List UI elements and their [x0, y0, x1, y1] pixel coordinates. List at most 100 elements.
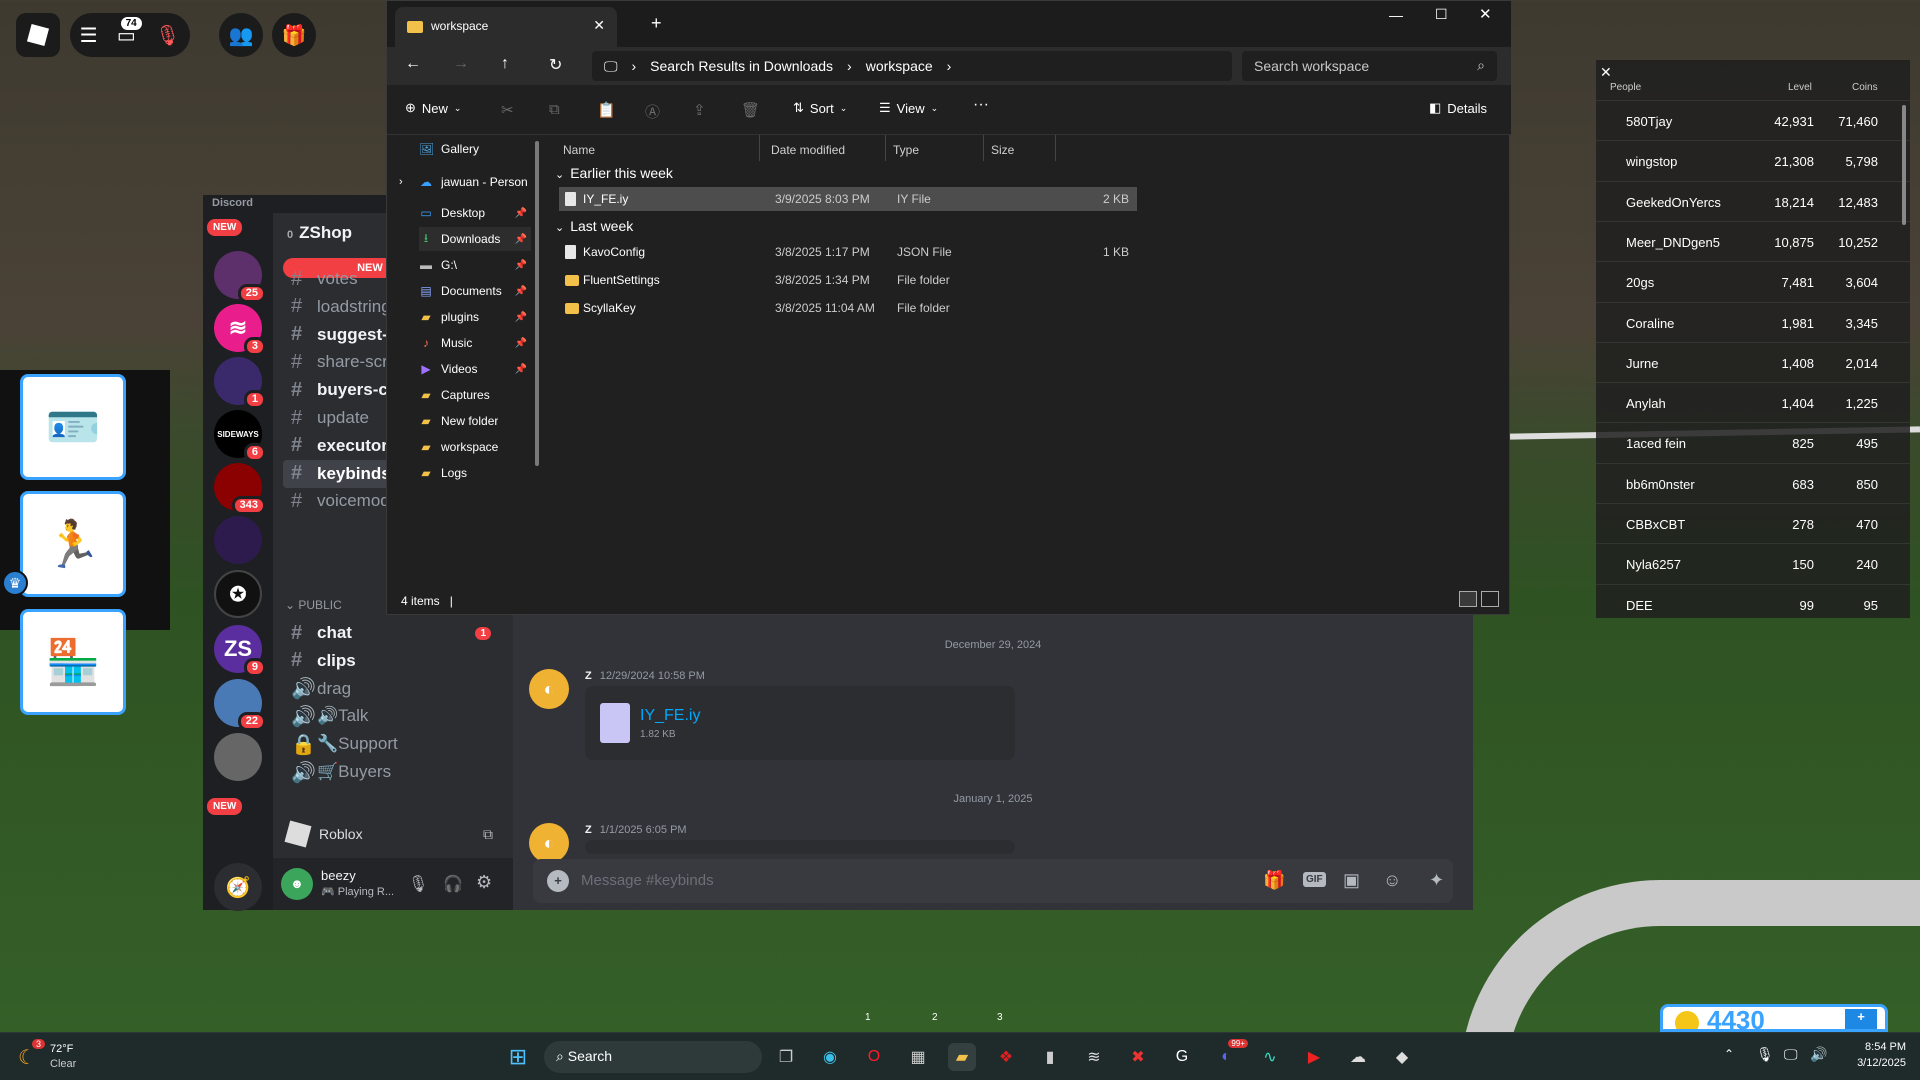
app-icon-9[interactable]: ✖ — [1124, 1043, 1152, 1071]
nav-item-videos[interactable]: ▶ Videos 📌 — [419, 357, 531, 381]
leaderboard-row[interactable]: Jurne 1,408 2,014 — [1596, 341, 1910, 381]
more-options-icon[interactable]: ··· — [973, 96, 989, 114]
minimize-icon[interactable]: — — [1389, 7, 1403, 23]
logitech-icon[interactable]: G — [1168, 1043, 1196, 1071]
file-row[interactable]: KavoConfig 3/8/2025 1:17 PM JSON File 1 KB — [559, 240, 1137, 264]
clock-date[interactable]: 3/12/2025 — [1846, 1057, 1906, 1069]
app-icon-14[interactable]: ☁ — [1344, 1043, 1372, 1071]
message-avatar[interactable]: ◐ — [529, 669, 569, 709]
details-view-icon[interactable] — [1459, 591, 1477, 607]
weather-widget[interactable]: ☾ 3 72°F Clear — [18, 1039, 158, 1073]
app-icon-7[interactable]: ▮ — [1036, 1043, 1064, 1071]
copy-icon[interactable]: ⧉ — [549, 101, 560, 118]
group-header[interactable]: ⌄ Last week — [555, 218, 633, 234]
chevron-right-icon[interactable]: › — [399, 176, 403, 188]
volume-icon[interactable]: 🔊 — [1810, 1046, 1827, 1063]
message-avatar[interactable]: ◐ — [529, 823, 569, 863]
roblox-menu-button[interactable] — [16, 13, 60, 57]
roblox-taskbar-icon[interactable]: ◆ — [1388, 1043, 1416, 1071]
microphone-icon[interactable]: 🎙 — [1756, 1046, 1774, 1063]
activity-icon[interactable]: ⧉ — [483, 826, 493, 843]
leaderboard-row[interactable]: Coraline 1,981 3,345 — [1596, 301, 1910, 341]
leaderboard-row[interactable]: Anylah 1,404 1,225 — [1596, 382, 1910, 421]
category-public[interactable]: ⌄ PUBLIC — [285, 598, 342, 612]
hamburger-icon[interactable]: ☰ — [80, 23, 98, 48]
column-header-type[interactable]: Type — [893, 143, 919, 157]
channel-public-4[interactable]: 🔒 🔧Support — [283, 730, 501, 758]
back-icon[interactable]: ← — [405, 55, 421, 73]
cut-icon[interactable]: ✂ — [501, 101, 514, 119]
microphone-icon[interactable]: 🎙 — [408, 874, 428, 894]
message-author[interactable]: Z — [585, 670, 592, 682]
group-header[interactable]: ⌄ Earlier this week — [555, 165, 673, 181]
server-icon-6[interactable] — [214, 516, 262, 564]
hotbar-slot[interactable]: 2 — [932, 1012, 938, 1023]
sort-button[interactable]: ⇅ Sort ⌄ — [793, 100, 847, 116]
apps-icon[interactable]: ✦ — [1429, 870, 1444, 891]
leaderboard-row[interactable]: CBBxCBT 278 470 — [1596, 503, 1910, 542]
emote-card-button[interactable]: 🏃 — [20, 491, 126, 597]
address-bar[interactable]: 🖵 › Search Results in Downloads › workspac… — [592, 51, 1232, 81]
nav-item-new-folder[interactable]: ▰ New folder — [419, 409, 531, 433]
media-player-icon[interactable]: ▶ — [1300, 1043, 1328, 1071]
refresh-icon[interactable]: ↻ — [549, 55, 562, 75]
message-author[interactable]: Z — [585, 824, 592, 836]
column-header-name[interactable]: Name — [563, 143, 595, 157]
clock-time[interactable]: 8:54 PM — [1846, 1041, 1906, 1053]
gear-icon[interactable]: ⚙ — [476, 872, 492, 893]
file-attachment[interactable]: IY_FE.iy 1.82 KB — [585, 686, 1015, 760]
audio-app-icon[interactable]: ∿ — [1256, 1043, 1284, 1071]
breadcrumb-item[interactable]: Search Results in Downloads — [650, 58, 833, 74]
server-icon-sideways[interactable]: SIDEWAYS 6 — [214, 410, 266, 462]
server-icon-5[interactable]: 343 — [214, 463, 266, 515]
server-icon-zs[interactable]: ZS 9 — [214, 625, 266, 677]
steelseries-icon[interactable]: ≋ — [1080, 1043, 1108, 1071]
nav-item-jawuan-person[interactable]: › ☁ jawuan - Person — [399, 170, 531, 194]
tab-workspace[interactable]: workspace ✕ — [395, 7, 617, 47]
microphone-icon[interactable]: 🎙 — [155, 23, 180, 48]
file-explorer-icon[interactable]: ▰ — [948, 1043, 976, 1071]
leaderboard-row[interactable]: wingstop 21,308 5,798 — [1596, 140, 1910, 179]
nav-item-gallery[interactable]: 🖼 Gallery — [419, 137, 531, 161]
forward-icon[interactable]: → — [453, 55, 469, 73]
discord-icon[interactable]: ◐ 99+ — [1212, 1039, 1248, 1071]
delete-icon[interactable]: 🗑 — [741, 101, 760, 119]
add-attachment-icon[interactable]: + — [547, 870, 569, 892]
close-icon[interactable]: ✕ — [1600, 64, 1612, 81]
server-icon-3[interactable]: 1 — [214, 357, 266, 409]
leaderboard-row[interactable]: 20gs 7,481 3,604 — [1596, 261, 1910, 300]
nav-scrollbar[interactable] — [535, 141, 539, 466]
leaderboard-row[interactable]: bb6m0nster 683 850 — [1596, 462, 1910, 502]
file-attachment[interactable] — [585, 840, 1015, 854]
rename-icon[interactable]: Ⓐ — [645, 101, 660, 122]
message-input[interactable]: Message #keybinds — [581, 872, 714, 889]
chevron-up-icon[interactable]: ⌃ — [1724, 1047, 1734, 1061]
emoji-icon[interactable]: ☺ — [1383, 870, 1401, 891]
nav-item-g-[interactable]: ▬ G:\ 📌 — [419, 253, 531, 277]
profile-card-button[interactable]: 🪪 — [20, 374, 126, 480]
channel-public-2[interactable]: 🔊 drag — [283, 675, 501, 703]
activity-panel[interactable]: Roblox ⧉ — [281, 814, 505, 854]
friends-button[interactable]: 👥 — [219, 13, 263, 57]
add-coins-button[interactable]: + — [1845, 1009, 1877, 1029]
gift-icon[interactable]: 🎁 — [1263, 870, 1285, 891]
hotbar-slot[interactable]: 1 — [865, 1012, 871, 1023]
new-button[interactable]: ⊕ New ⌄ — [405, 100, 461, 116]
column-header-date[interactable]: Date modified — [771, 143, 845, 157]
avatar[interactable]: ☻ — [281, 868, 313, 900]
close-icon[interactable]: ✕ — [593, 17, 605, 34]
search-input[interactable]: Search workspace ⌕ — [1242, 51, 1497, 81]
tiles-view-icon[interactable] — [1481, 591, 1499, 607]
network-icon[interactable]: 🖵 — [1784, 1046, 1798, 1063]
nav-item-documents[interactable]: ▤ Documents 📌 — [419, 279, 531, 303]
headphones-icon[interactable]: 🎧 — [443, 874, 463, 894]
breadcrumb-item[interactable]: workspace — [866, 58, 933, 74]
leaderboard-row[interactable]: 1aced fein 825 495 — [1596, 422, 1910, 461]
nav-item-plugins[interactable]: ▰ plugins 📌 — [419, 305, 531, 329]
channel-public-5[interactable]: 🔊 🛒Buyers — [283, 758, 501, 786]
leaderboard-row[interactable]: GeekedOnYercs 18,214 12,483 — [1596, 180, 1910, 220]
redragon-icon[interactable]: ❖ — [992, 1043, 1020, 1071]
server-icon-9[interactable]: 22 — [214, 679, 266, 731]
paste-icon[interactable]: 📋 — [597, 101, 616, 119]
leaderboard-scrollbar[interactable] — [1902, 105, 1906, 225]
